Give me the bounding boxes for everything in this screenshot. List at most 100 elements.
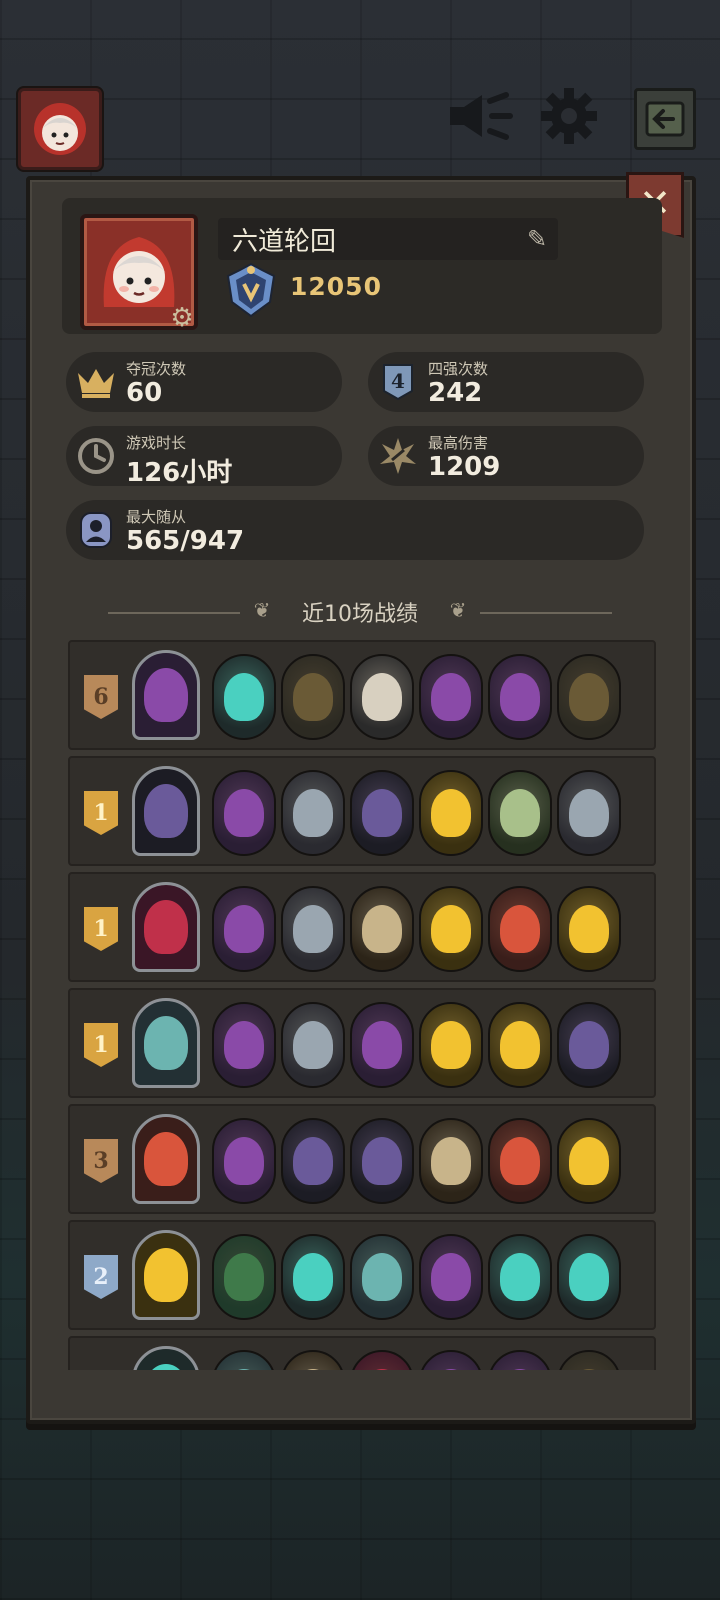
swirl-ornament-icon: ❦ [449, 598, 467, 622]
minion-figure [362, 673, 402, 721]
recent-matches-title: 近10场战绩 [302, 602, 418, 627]
gargoyle-minion-icon[interactable] [350, 886, 414, 972]
bone-dragon-minion-icon[interactable] [281, 770, 345, 856]
teal-ghost-minion-icon[interactable] [488, 886, 552, 972]
minion-figure [569, 1021, 609, 1069]
divider-right [480, 612, 612, 614]
scarecrow-minion-icon[interactable] [419, 654, 483, 740]
plague-doctor-minion-icon[interactable] [419, 1002, 483, 1088]
minion-figure [224, 673, 264, 721]
hero-portrait [144, 1016, 188, 1070]
stat-championships: 夺冠次数 60 [66, 352, 342, 412]
purple-dragon-minion-icon[interactable] [212, 1002, 276, 1088]
minion-figure [431, 789, 471, 837]
player-name: 六道轮回 [218, 218, 558, 260]
svg-text:4: 4 [391, 369, 405, 393]
minion-figure [500, 1137, 540, 1185]
minion-figure [569, 1137, 609, 1185]
pumpkin-head-minion-icon[interactable] [557, 1234, 621, 1320]
dark-knight-minion-icon[interactable] [350, 1234, 414, 1320]
placement-badge: 6 [84, 675, 118, 719]
teal-ghost-minion-icon[interactable] [557, 770, 621, 856]
match-history-list[interactable]: 6 1 1 1 3 2 [68, 640, 656, 1400]
robot-box-minion-icon[interactable] [281, 1118, 345, 1204]
red-knight-minion-icon[interactable] [488, 1118, 552, 1204]
match-row[interactable]: 1 [68, 988, 656, 1098]
speaker-icon[interactable] [444, 88, 514, 144]
hero-portrait [144, 784, 188, 838]
minion-figure [293, 1137, 333, 1185]
stat-max-minions: 最大随从 565/947 [66, 500, 644, 560]
rank-emblem-icon [226, 262, 276, 318]
radish-ghost-minion-icon[interactable] [488, 654, 552, 740]
blue-rabbit-minion-icon[interactable] [419, 1118, 483, 1204]
gargoyle-minion-icon[interactable] [488, 770, 552, 856]
exit-button[interactable] [634, 88, 696, 150]
placement-badge: 1 [84, 907, 118, 951]
placement-badge: 3 [84, 1139, 118, 1183]
red-demon-minion-icon[interactable] [557, 654, 621, 740]
hooded-goblin-hero-icon[interactable] [132, 766, 200, 856]
stat-label: 游戏时长 [126, 434, 187, 452]
stat-play-time: 游戏时长 126小时 [66, 426, 342, 488]
jester-minion-icon[interactable] [557, 1118, 621, 1204]
golden-priestess-minion-icon[interactable] [488, 1002, 552, 1088]
plague-doctor-minion-icon[interactable] [419, 770, 483, 856]
match-row[interactable]: 6 [68, 640, 656, 750]
old-wizard-hero-icon[interactable] [132, 1230, 200, 1320]
armored-beast-minion-icon[interactable] [281, 1234, 345, 1320]
top4-badge-icon: 4 [378, 362, 418, 402]
purple-dragon-minion-icon[interactable] [212, 770, 276, 856]
minion-figure [224, 905, 264, 953]
gear-icon[interactable] [534, 88, 604, 144]
golden-warrior-minion-icon[interactable] [212, 1234, 276, 1320]
minion-figure [569, 673, 609, 721]
bone-lord-minion-icon[interactable] [488, 1234, 552, 1320]
minion-figure [293, 1253, 333, 1301]
minion-figure [500, 673, 540, 721]
minion-figure [431, 1021, 471, 1069]
jester-minion-icon[interactable] [557, 886, 621, 972]
white-bird-minion-icon[interactable] [281, 654, 345, 740]
match-row[interactable]: 1 [68, 756, 656, 866]
plague-doctor-minion-icon[interactable] [419, 886, 483, 972]
skull-totem-hero-icon[interactable] [132, 882, 200, 972]
placement-badge: 2 [84, 1255, 118, 1299]
purple-dragon-hero-icon[interactable] [132, 650, 200, 740]
stat-value: 1209 [428, 452, 501, 482]
minion-figure [293, 1021, 333, 1069]
avatar-settings-gear-icon[interactable]: ⚙ [168, 304, 196, 332]
stat-value: 126小时 [126, 458, 233, 488]
golden-demon-minion-icon[interactable] [350, 770, 414, 856]
minion-figure [224, 789, 264, 837]
gargoyle-minion-icon[interactable] [557, 1002, 621, 1088]
blue-plant-minion-icon[interactable] [212, 654, 276, 740]
hero-portrait [144, 900, 188, 954]
minion-figure [431, 1253, 471, 1301]
purple-dragon-minion-icon[interactable] [212, 1118, 276, 1204]
minion-portrait-icon [76, 510, 116, 550]
player-avatar-button[interactable] [18, 88, 102, 170]
stat-label: 最大随从 [126, 508, 187, 526]
match-row[interactable]: 3 [68, 1104, 656, 1214]
placement-badge: 1 [84, 1023, 118, 1067]
masked-thief-minion-icon[interactable] [350, 1118, 414, 1204]
teal-wolf-minion-icon[interactable] [350, 654, 414, 740]
blue-fairy-hero-icon[interactable] [132, 998, 200, 1088]
edit-name-pencil-icon[interactable]: ✎ [522, 224, 552, 254]
match-row[interactable]: 2 [68, 1220, 656, 1330]
dark-witch-hero-icon[interactable] [132, 1114, 200, 1204]
burst-icon [378, 436, 418, 476]
minion-figure [362, 905, 402, 953]
shadow-girl-minion-icon[interactable] [281, 886, 345, 972]
purple-dragon-minion-icon[interactable] [212, 886, 276, 972]
minion-figure [569, 1253, 609, 1301]
minion-figure [362, 789, 402, 837]
red-demon-minion-icon[interactable] [419, 1234, 483, 1320]
match-row[interactable]: 1 [68, 872, 656, 982]
jester-minion-icon[interactable] [350, 1002, 414, 1088]
hero-portrait [144, 1248, 188, 1302]
minion-figure [431, 1137, 471, 1185]
shadow-girl-minion-icon[interactable] [281, 1002, 345, 1088]
minion-figure [362, 1253, 402, 1301]
